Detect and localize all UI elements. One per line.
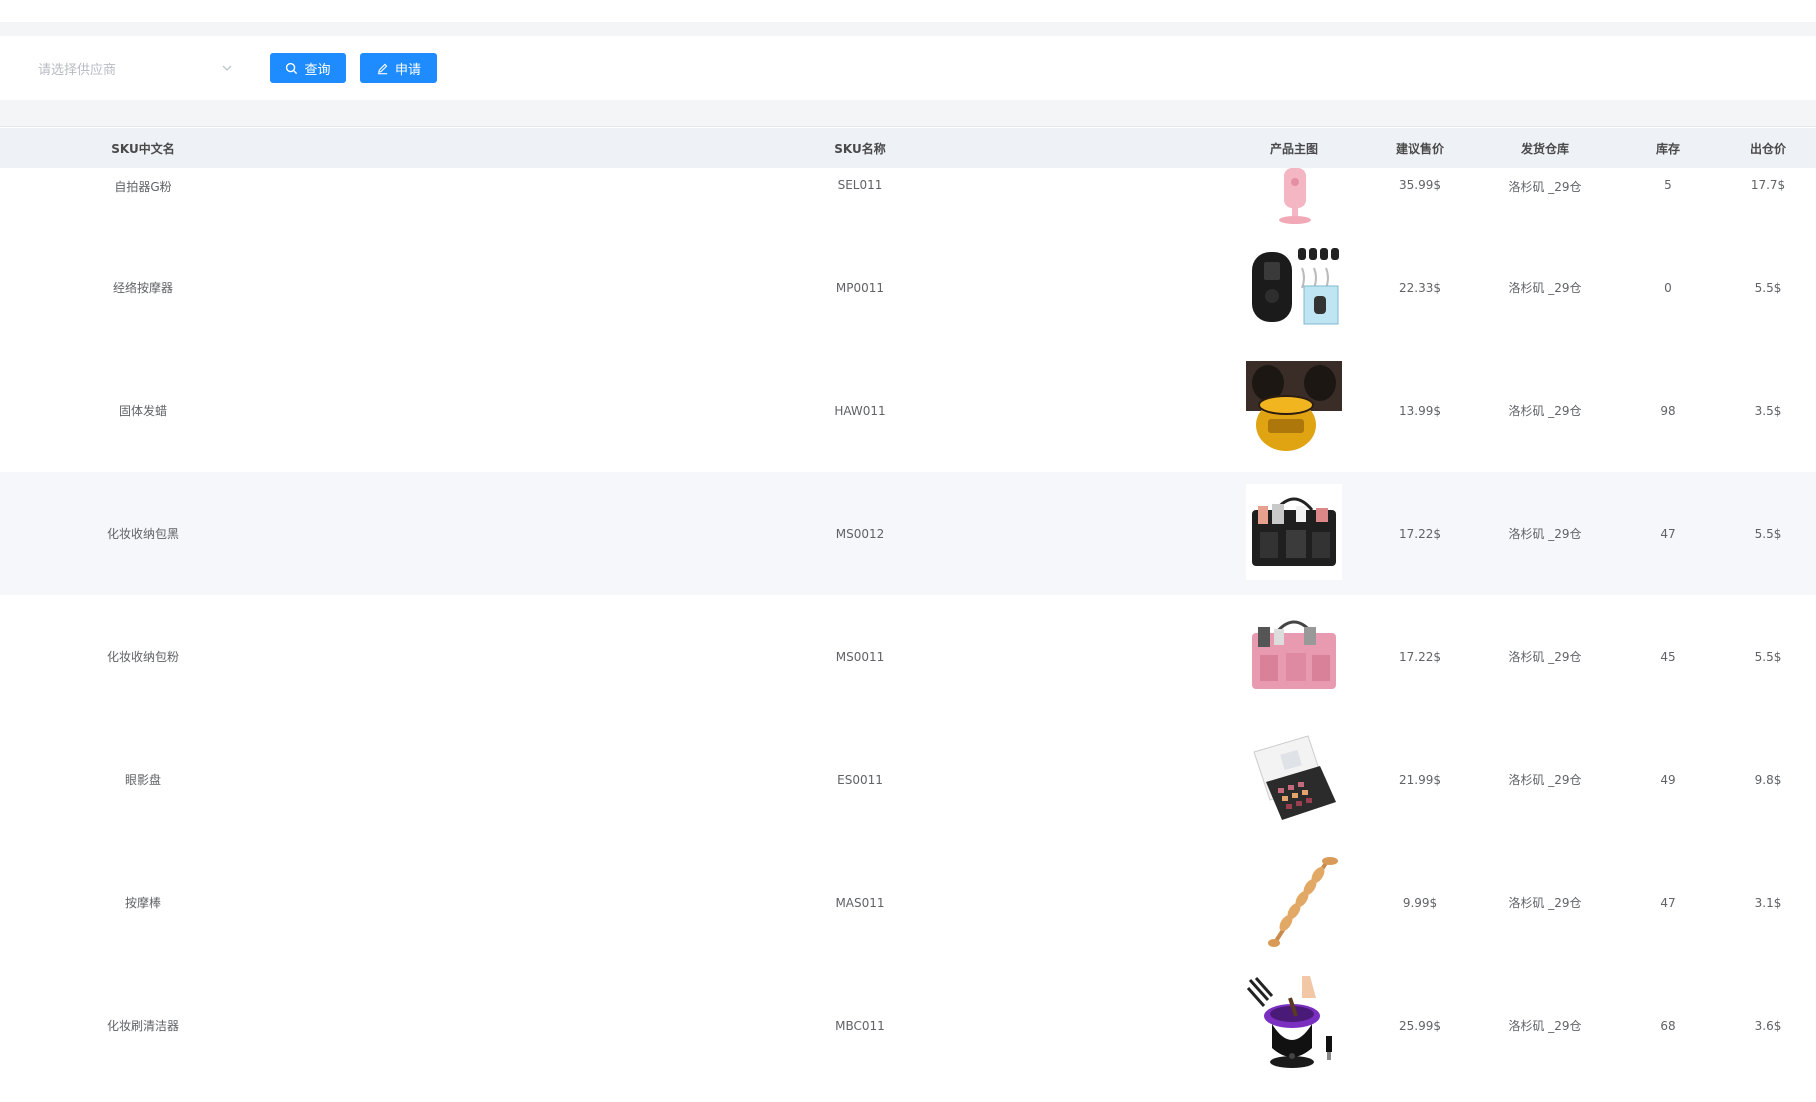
cell-product-image (1230, 168, 1358, 229)
column-header-sku-cn-name[interactable]: SKU中文名 (0, 140, 286, 157)
product-image-hair-gel-jar[interactable] (1246, 361, 1342, 457)
cell-warehouse: 洛杉矶 _29仓 (1508, 281, 1582, 295)
cell-product-image (1230, 238, 1358, 337)
cell-sku-cn-name: 按摩棒 (124, 896, 161, 910)
cell-warehouse: 洛杉矶 _29仓 (1508, 773, 1582, 787)
column-header-stock[interactable]: 库存 (1630, 140, 1706, 157)
cell-out-price: 5.5$ (1754, 526, 1782, 541)
product-image-black-organizer-bag[interactable] (1246, 484, 1342, 580)
cell-sku-name: MAS011 (835, 895, 885, 910)
column-header-out-price[interactable]: 出仓价 (1720, 140, 1816, 157)
cell-suggested-price: 22.33$ (1399, 280, 1441, 295)
cell-out-price: 9.8$ (1754, 772, 1782, 787)
cell-warehouse: 洛杉矶 _29仓 (1508, 180, 1582, 194)
cell-suggested-price: 13.99$ (1399, 403, 1441, 418)
cell-warehouse: 洛杉矶 _29仓 (1508, 404, 1582, 418)
product-image-pink-selfie-stick[interactable] (1246, 168, 1342, 226)
cell-sku-cn-name: 眼影盘 (124, 773, 161, 787)
cell-sku-cn-name: 化妆收纳包黑 (106, 527, 179, 541)
filter-toolbar: 请选择供应商 查询 申请 (0, 36, 1816, 100)
cell-suggested-price: 21.99$ (1399, 772, 1441, 787)
column-header-warehouse[interactable]: 发货仓库 (1490, 140, 1600, 157)
cell-suggested-price: 35.99$ (1399, 178, 1441, 192)
table-row[interactable]: 固体发蜡 HAW011 13.99$ 洛杉矶 _29仓 98 3.5$ (0, 349, 1816, 472)
edit-icon (377, 63, 388, 74)
cell-warehouse: 洛杉矶 _29仓 (1508, 896, 1582, 910)
cell-out-price: 3.1$ (1754, 895, 1782, 910)
page-top-gap (0, 22, 1816, 36)
cell-stock: 68 (1660, 1018, 1676, 1033)
cell-warehouse: 洛杉矶 _29仓 (1508, 527, 1582, 541)
cell-suggested-price: 17.22$ (1399, 526, 1441, 541)
cell-product-image (1230, 484, 1358, 583)
cell-product-image (1230, 976, 1358, 1075)
supplier-select[interactable]: 请选择供应商 (24, 52, 244, 84)
cell-warehouse: 洛杉矶 _29仓 (1508, 650, 1582, 664)
product-image-eyeshadow-palette[interactable] (1246, 730, 1342, 826)
product-image-pink-organizer-bag[interactable] (1246, 607, 1342, 703)
table-row[interactable]: 眼影盘 ES0011 21.99$ 洛杉矶 _29仓 49 9.8$ (0, 718, 1816, 841)
product-image-black-massager-kit[interactable] (1246, 238, 1342, 334)
cell-stock: 98 (1660, 403, 1676, 418)
column-header-suggested-price[interactable]: 建议售价 (1375, 140, 1465, 157)
sku-table: SKU中文名 SKU名称 产品主图 建议售价 发货仓库 库存 出仓价 自拍器G粉… (0, 128, 1816, 1087)
query-button-label: 查询 (304, 62, 331, 78)
cell-stock: 45 (1660, 649, 1676, 664)
table-header: SKU中文名 SKU名称 产品主图 建议售价 发货仓库 库存 出仓价 (0, 128, 1816, 168)
search-icon (286, 62, 298, 74)
cell-out-price: 3.6$ (1754, 1018, 1782, 1033)
supplier-select-placeholder: 请选择供应商 (38, 62, 117, 78)
table-top-gap (0, 100, 1816, 127)
cell-suggested-price: 9.99$ (1402, 895, 1438, 910)
cell-sku-cn-name: 化妆收纳包粉 (106, 650, 179, 664)
cell-product-image (1230, 853, 1358, 952)
cell-sku-name: MS0011 (835, 649, 885, 664)
cell-stock: 5 (1664, 178, 1672, 192)
table-row[interactable]: 按摩棒 MAS011 9.99$ 洛杉矶 _29仓 47 3.1$ (0, 841, 1816, 964)
cell-suggested-price: 17.22$ (1399, 649, 1441, 664)
cell-sku-name: HAW011 (834, 403, 886, 418)
cell-sku-cn-name: 固体发蜡 (118, 404, 167, 418)
cell-suggested-price: 25.99$ (1399, 1018, 1441, 1033)
product-image-wooden-massage-roller[interactable] (1246, 853, 1342, 949)
cell-out-price: 5.5$ (1754, 280, 1782, 295)
table-row[interactable]: 化妆收纳包黑 MS0012 17.22$ 洛杉矶 _29仓 47 5.5$ (0, 472, 1816, 595)
cell-sku-cn-name: 化妆刷清洁器 (106, 1019, 179, 1033)
apply-button-label: 申请 (394, 62, 421, 78)
cell-stock: 49 (1660, 772, 1676, 787)
cell-sku-name: MBC011 (835, 1018, 885, 1033)
table-row[interactable]: 化妆收纳包粉 MS0011 17.22$ 洛杉矶 _29仓 45 5.5$ (0, 595, 1816, 718)
chevron-down-icon (222, 65, 232, 71)
cell-out-price: 17.7$ (1750, 178, 1786, 192)
cell-stock: 47 (1660, 526, 1676, 541)
cell-sku-name: MS0012 (835, 526, 885, 541)
product-image-brush-cleaner[interactable] (1246, 976, 1342, 1072)
cell-stock: 0 (1664, 280, 1672, 295)
cell-product-image (1230, 607, 1358, 706)
table-row[interactable]: 化妆刷清洁器 MBC011 25.99$ 洛杉矶 _29仓 68 3.6$ (0, 964, 1816, 1087)
cell-product-image (1230, 361, 1358, 460)
column-header-product-image[interactable]: 产品主图 (1230, 140, 1358, 157)
cell-warehouse: 洛杉矶 _29仓 (1508, 1019, 1582, 1033)
cell-product-image (1230, 730, 1358, 829)
apply-button[interactable]: 申请 (360, 53, 437, 83)
cell-sku-cn-name: 经络按摩器 (112, 281, 173, 295)
cell-stock: 47 (1660, 895, 1676, 910)
cell-sku-name: ES0011 (837, 772, 883, 787)
cell-out-price: 3.5$ (1754, 403, 1782, 418)
column-header-sku-name[interactable]: SKU名称 (440, 140, 1280, 157)
cell-sku-name: SEL011 (837, 178, 883, 192)
cell-out-price: 5.5$ (1754, 649, 1782, 664)
table-row[interactable]: 经络按摩器 MP0011 22.33$ 洛杉矶 _29仓 0 5.5$ (0, 226, 1816, 349)
cell-sku-name: MP0011 (835, 280, 885, 295)
query-button[interactable]: 查询 (270, 53, 346, 83)
table-row[interactable]: 自拍器G粉 SEL011 35.99$ 洛杉矶 _29仓 5 17.7$ (0, 168, 1816, 226)
cell-sku-cn-name: 自拍器G粉 (114, 180, 172, 194)
